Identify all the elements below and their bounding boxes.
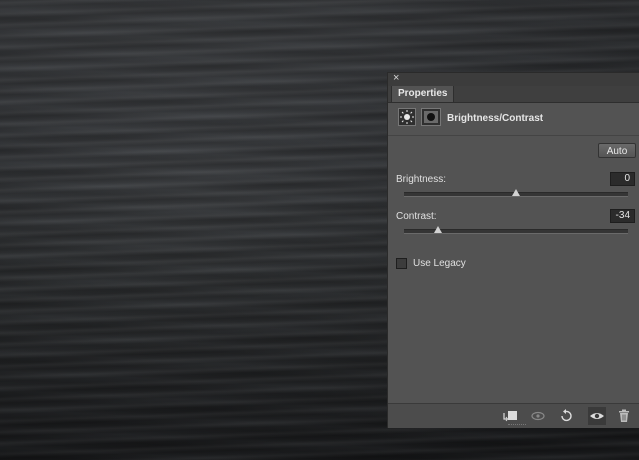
adjustment-title: Brightness/Contrast bbox=[447, 113, 544, 124]
sun-icon[interactable] bbox=[398, 108, 416, 126]
close-icon[interactable]: × bbox=[393, 72, 399, 85]
clip-to-layer-icon[interactable] bbox=[501, 407, 519, 425]
view-previous-state-icon[interactable] bbox=[529, 407, 547, 425]
panel-bottom-bar bbox=[388, 403, 639, 428]
contrast-label: Contrast: bbox=[396, 211, 437, 222]
trash-icon[interactable] bbox=[615, 407, 633, 425]
brightness-label: Brightness: bbox=[396, 174, 447, 185]
use-legacy-checkbox[interactable] bbox=[396, 258, 407, 269]
brightness-value-field[interactable]: 0 bbox=[610, 172, 635, 186]
properties-panel: × Properties Brightness/Contrast Auto Br… bbox=[387, 72, 639, 428]
brightness-slider[interactable] bbox=[404, 189, 628, 197]
auto-button[interactable]: Auto bbox=[598, 143, 636, 158]
use-legacy-label: Use Legacy bbox=[413, 258, 466, 269]
tab-properties[interactable]: Properties bbox=[391, 86, 455, 102]
eye-icon[interactable] bbox=[588, 407, 606, 425]
contrast-slider[interactable] bbox=[404, 226, 628, 234]
brightness-slider-thumb[interactable] bbox=[512, 189, 520, 196]
layer-mask-icon[interactable] bbox=[421, 108, 441, 126]
contrast-value-field[interactable]: -34 bbox=[610, 209, 635, 223]
panel-title-bar[interactable]: × bbox=[388, 72, 639, 87]
panel-tab-bar: Properties bbox=[388, 86, 639, 103]
reset-icon[interactable] bbox=[557, 407, 575, 425]
adjustment-header: Brightness/Contrast bbox=[388, 103, 639, 136]
contrast-slider-thumb[interactable] bbox=[433, 226, 442, 233]
resize-grip[interactable] bbox=[508, 424, 526, 427]
